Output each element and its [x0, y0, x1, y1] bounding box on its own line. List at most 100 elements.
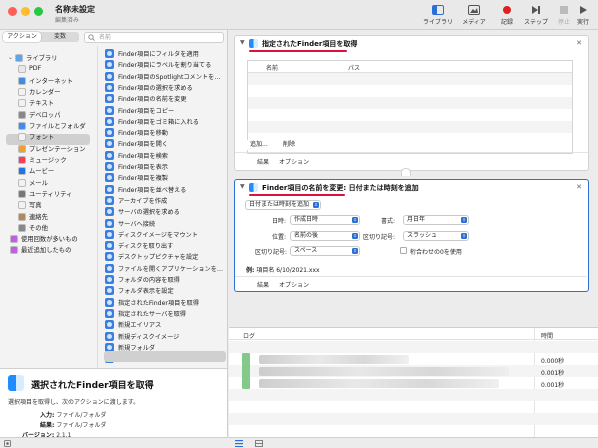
library-item[interactable]: プレゼンテーション — [18, 143, 86, 154]
automator-action-icon — [105, 218, 114, 228]
library-item[interactable]: インターネット — [18, 75, 73, 86]
library-item[interactable]: その他 — [18, 222, 48, 233]
action-item-label: Finder項目を並べ替える — [118, 186, 187, 194]
action-title: 指定されたFinder項目を取得 — [262, 40, 358, 48]
automator-action-icon — [105, 207, 114, 217]
chevron-down-icon[interactable]: ⌄ — [8, 54, 13, 61]
action-item[interactable]: フォルダ表示を設定 — [105, 285, 174, 296]
remove-button[interactable]: 削除 — [279, 140, 300, 150]
time-column-header[interactable]: 時間 — [541, 331, 553, 340]
search-input[interactable]: 名前 — [84, 32, 224, 43]
library-button[interactable]: ライブラリ — [421, 4, 455, 28]
action-item[interactable]: Finder項目を複製 — [105, 172, 168, 183]
rename-mode-popup[interactable]: 日付または時刻を追加 ⇕ — [245, 200, 321, 210]
options-tab[interactable]: オプション — [279, 157, 309, 166]
action-item[interactable]: Finder項目の名前を変更 — [105, 93, 187, 104]
library-item[interactable]: デベロッパ — [18, 109, 60, 120]
library-item[interactable]: テキスト — [18, 97, 54, 108]
library-item-label: ライブラリ — [26, 55, 58, 62]
log-row[interactable]: 0.000秒 — [229, 353, 598, 365]
log-column-header[interactable]: ログ — [243, 331, 255, 340]
log-row[interactable]: 0.001秒 — [229, 377, 598, 389]
library-item[interactable]: 写真 — [18, 199, 42, 210]
annotation-underline — [249, 194, 345, 196]
disclosure-icon[interactable]: ▼ — [240, 39, 245, 46]
action-item[interactable]: Finder項目にフィルタを適用 — [105, 48, 199, 59]
tab-variables[interactable]: 変数 — [41, 32, 79, 42]
action-card-header: ▼ Finder項目の名前を変更: 日付または時刻を追加 ✕ — [235, 180, 588, 195]
list-view-icon[interactable] — [235, 440, 243, 448]
action-item[interactable]: Finder項目を検索 — [105, 150, 168, 161]
media-button[interactable]: メディア — [457, 4, 491, 28]
action-item[interactable]: ファイルを開くアプリケーションを設定 — [105, 263, 226, 274]
result-tab[interactable]: 結果 — [257, 280, 269, 289]
action-item[interactable]: ディスクイメージをマウント — [105, 229, 198, 240]
close-icon[interactable]: ✕ — [576, 183, 582, 191]
action-item[interactable]: Finder項目を移動 — [105, 127, 168, 138]
options-tab[interactable]: オプション — [279, 280, 309, 289]
action-item[interactable]: 指定されたFinder項目を取得 — [105, 297, 199, 308]
library-item[interactable]: ⌄ ライブラリ — [8, 52, 58, 63]
close-window-button[interactable] — [8, 7, 17, 16]
action-card-get-finder-items[interactable]: ▼ 指定されたFinder項目を取得 ✕ 名前 パス 追加... 削除 結果 オ… — [234, 35, 590, 171]
position-popup[interactable]: 名前の後 ⇕ — [290, 231, 360, 241]
library-item[interactable]: ファイルとフォルダ — [18, 120, 86, 131]
action-item-label: フォルダの内容を取得 — [118, 277, 180, 284]
action-item[interactable]: Finder項目を表示 — [105, 161, 168, 172]
action-item[interactable]: 新規エイリアス — [105, 319, 161, 330]
action-item-label: サーバの選択を求める — [118, 209, 180, 217]
date-popup[interactable]: 作成日時 ⇕ — [290, 215, 360, 225]
automator-action-icon — [105, 60, 114, 70]
action-item[interactable]: Finder項目をゴミ箱に入れる — [105, 116, 199, 127]
library-item[interactable]: ユーティリティ — [18, 188, 72, 199]
action-item[interactable]: Finder項目の選択を求める — [105, 82, 193, 93]
workflow-view-icon[interactable] — [255, 440, 263, 448]
action-item[interactable]: 新規ディスクイメージ — [105, 331, 179, 342]
tab-actions[interactable]: アクション — [3, 32, 41, 42]
close-icon[interactable]: ✕ — [576, 39, 582, 47]
library-item[interactable]: メール — [18, 177, 48, 188]
chevron-updown-icon: ⇕ — [461, 217, 467, 223]
log-row[interactable]: 0.001秒 — [229, 365, 598, 377]
action-item[interactable]: Finder項目のSpotlightコメントを設定 — [105, 71, 226, 82]
column-path[interactable]: パス — [348, 63, 360, 72]
action-item[interactable]: Finder項目をコピー — [105, 105, 174, 116]
result-tab[interactable]: 結果 — [257, 157, 269, 166]
mail-icon — [18, 178, 26, 187]
library-item[interactable]: 連絡先 — [18, 211, 48, 222]
library-item[interactable]: ムービー — [18, 165, 54, 176]
action-item[interactable]: Finder項目を開く — [105, 138, 168, 149]
library-item[interactable]: カレンダー — [18, 86, 60, 97]
separator-popup[interactable]: スラッシュ ⇕ — [403, 231, 469, 241]
zoom-window-button[interactable] — [34, 7, 43, 16]
separator-popup[interactable]: スペース ⇕ — [290, 246, 360, 256]
column-name[interactable]: 名前 — [266, 63, 278, 72]
action-item[interactable]: アーカイブを作成 — [105, 195, 167, 206]
zero-pad-checkbox[interactable] — [400, 247, 407, 254]
disclosure-icon[interactable]: ▼ — [240, 183, 245, 190]
action-item[interactable]: Finder項目を並べ替える — [105, 184, 186, 195]
action-item[interactable]: フォルダの内容を取得 — [105, 274, 180, 285]
action-item[interactable]: サーバへ接続 — [105, 218, 155, 229]
action-item[interactable]: デスクトップピクチャを設定 — [105, 251, 198, 262]
library-item[interactable]: PDF — [18, 63, 41, 74]
table-row — [248, 109, 572, 121]
action-item[interactable]: サーバの選択を求める — [105, 206, 180, 217]
library-item[interactable]: 最近追加したもの — [10, 244, 71, 255]
workflow-bottom-bar — [229, 437, 598, 448]
action-card-rename-finder-items[interactable]: ▼ Finder項目の名前を変更: 日付または時刻を追加 ✕ 日付または時刻を追… — [234, 179, 589, 292]
action-item[interactable]: ディスクを取り出す — [105, 240, 173, 251]
format-popup[interactable]: 月日年 ⇕ — [403, 215, 469, 225]
library-item[interactable]: 使用回数が多いもの — [10, 233, 78, 244]
settings-icon[interactable] — [4, 440, 11, 448]
library-item-label: テキスト — [29, 100, 54, 107]
action-item[interactable]: 指定されたサーバを取得 — [105, 308, 186, 319]
minimize-window-button[interactable] — [21, 7, 30, 16]
library-item[interactable]: ミュージック — [18, 154, 67, 165]
action-item[interactable]: Finder項目にラベルを割り当てる — [105, 59, 211, 70]
font-icon — [18, 132, 26, 141]
add-button[interactable]: 追加... — [246, 140, 272, 150]
run-button[interactable]: 実行 — [566, 4, 598, 28]
library-item[interactable]: フォント — [18, 131, 54, 142]
automator-action-icon — [105, 184, 114, 194]
